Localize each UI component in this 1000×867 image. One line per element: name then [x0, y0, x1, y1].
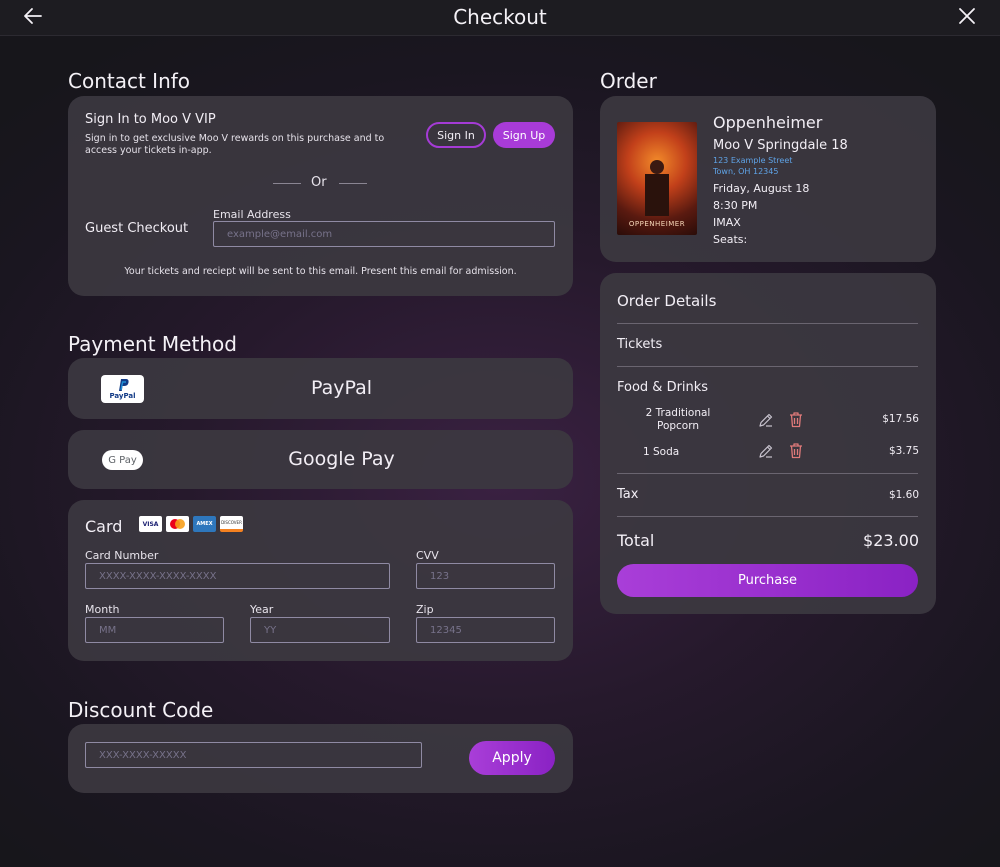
showtime-format: IMAX: [713, 216, 741, 229]
or-divider-left: [273, 183, 301, 184]
purchase-button[interactable]: Purchase: [617, 564, 918, 597]
apply-button[interactable]: Apply: [469, 741, 555, 775]
showtime-date: Friday, August 18: [713, 182, 810, 195]
vip-description: Sign in to get exclusive Moo V rewards o…: [85, 133, 385, 156]
poster-figure-head: [650, 160, 664, 174]
edit-pencil-icon[interactable]: [758, 443, 774, 459]
year-label: Year: [250, 603, 274, 616]
delete-trash-icon[interactable]: [788, 411, 804, 428]
page-title: Checkout: [453, 5, 547, 29]
poster-figure-body: [645, 174, 669, 216]
card-title: Card: [85, 517, 123, 536]
drink-item-price: $3.75: [888, 445, 919, 457]
visa-icon: VISA: [139, 516, 162, 532]
zip-field[interactable]: [416, 617, 555, 643]
card-number-field[interactable]: [85, 563, 390, 589]
food-item-name-line2: Popcorn: [656, 420, 700, 432]
vip-title: Sign In to Moo V VIP: [85, 112, 216, 127]
email-label: Email Address: [213, 208, 291, 221]
total-label: Total: [617, 531, 655, 550]
card-payment-card: Card VISA AMEX DISCOVER Card Number CVV …: [68, 500, 573, 661]
card-number-label: Card Number: [85, 549, 159, 562]
mastercard-icon: [166, 516, 189, 532]
paypal-label: PayPal: [310, 377, 373, 399]
theater-name: Moo V Springdale 18: [713, 138, 848, 153]
tax-value: $1.60: [888, 489, 919, 501]
guest-checkout-label: Guest Checkout: [85, 221, 189, 236]
theater-address-line1[interactable]: 123 Example Street: [713, 156, 792, 165]
food-drinks-label: Food & Drinks: [617, 380, 709, 395]
sign-in-button[interactable]: Sign In: [426, 122, 486, 148]
order-details-title: Order Details: [617, 292, 717, 310]
drink-item-name: 1 Soda: [643, 446, 680, 458]
edit-pencil-icon[interactable]: [758, 412, 774, 428]
delete-trash-icon[interactable]: [788, 442, 804, 459]
food-item-name-line1: 2 Traditional: [645, 407, 711, 419]
zip-label: Zip: [416, 603, 434, 616]
theater-address-line2[interactable]: Town, OH 12345: [713, 167, 778, 176]
details-divider-3: [617, 473, 918, 474]
movie-title: Oppenheimer: [713, 113, 823, 132]
email-field[interactable]: [213, 221, 555, 247]
order-details-card: Order Details Tickets Food & Drinks 2 Tr…: [600, 273, 936, 614]
google-pay-label: Google Pay: [288, 448, 395, 470]
details-divider-1: [617, 323, 918, 324]
amex-icon: AMEX: [193, 516, 216, 532]
order-heading: Order: [600, 69, 657, 93]
payment-method-heading: Payment Method: [68, 332, 237, 356]
paypal-option[interactable]: PayPal PayPal: [68, 358, 573, 419]
email-note: Your tickets and reciept will be sent to…: [124, 266, 517, 277]
discount-code-card: Apply: [68, 724, 573, 793]
sign-up-button[interactable]: Sign Up: [493, 122, 555, 148]
discount-code-field[interactable]: [85, 742, 422, 768]
details-divider-2: [617, 366, 918, 367]
month-field[interactable]: [85, 617, 224, 643]
cvv-field[interactable]: [416, 563, 555, 589]
close-icon[interactable]: [956, 5, 978, 27]
discover-icon: DISCOVER: [220, 516, 243, 532]
food-item-price: $17.56: [882, 413, 919, 425]
or-label: Or: [311, 175, 327, 190]
tax-label: Tax: [617, 487, 639, 502]
movie-poster: OPPENHEIMER: [617, 122, 697, 235]
contact-info-card: Sign In to Moo V VIP Sign in to get excl…: [68, 96, 573, 296]
seats-label: Seats:: [713, 233, 748, 246]
contact-info-heading: Contact Info: [68, 69, 191, 93]
year-field[interactable]: [250, 617, 390, 643]
or-divider-right: [339, 183, 367, 184]
order-summary-card: OPPENHEIMER Oppenheimer Moo V Springdale…: [600, 96, 936, 262]
food-item-name: 2 Traditional Popcorn: [638, 407, 718, 433]
tickets-label: Tickets: [617, 337, 663, 352]
google-pay-option[interactable]: G Pay Google Pay: [68, 430, 573, 489]
showtime-time: 8:30 PM: [713, 199, 758, 212]
cvv-label: CVV: [416, 549, 439, 562]
month-label: Month: [85, 603, 120, 616]
top-bar: Checkout: [0, 0, 1000, 36]
total-value: $23.00: [863, 531, 919, 550]
poster-title-text: OPPENHEIMER: [628, 220, 686, 228]
discount-code-heading: Discount Code: [68, 698, 214, 722]
details-divider-4: [617, 516, 918, 517]
card-brand-icons: VISA AMEX DISCOVER: [139, 516, 243, 532]
